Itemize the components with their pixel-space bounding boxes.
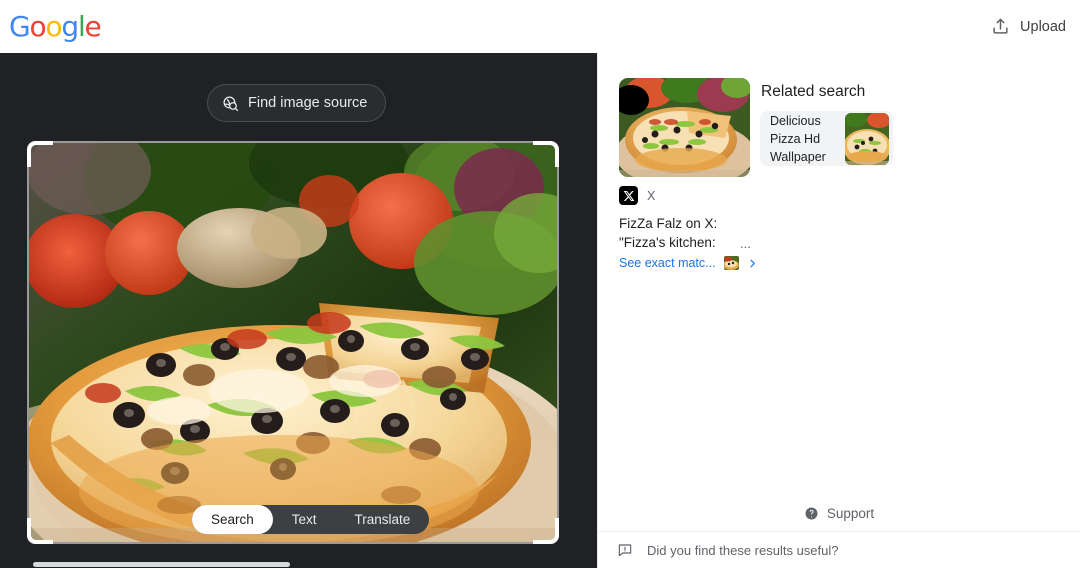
- feedback-label: Did you find these results useful?: [647, 542, 839, 558]
- x-logo-icon: [619, 186, 638, 205]
- source-title-line-1: FizZa Falz on X:: [619, 216, 718, 231]
- source-result[interactable]: X FizZa Falz on X: "Fizza's kitchen: ...…: [619, 186, 819, 270]
- image-crop-frame[interactable]: [27, 141, 559, 544]
- support-button[interactable]: Support: [805, 506, 874, 521]
- source-title-line-2: "Fizza's kitchen:: [619, 235, 716, 250]
- horizontal-scrollbar-track[interactable]: [0, 559, 597, 568]
- see-exact-match-row[interactable]: See exact matc...: [619, 256, 758, 270]
- image-preview-pane: Find image source Search Text Translate: [0, 53, 597, 568]
- tab-translate-label: Translate: [354, 512, 411, 527]
- pizza-chip-thumbnail-image: [845, 112, 889, 165]
- app-header: Google Upload: [0, 0, 1080, 53]
- crop-handle-top-left[interactable]: [27, 141, 53, 167]
- logo-letter-g1: G: [9, 10, 31, 43]
- upload-button[interactable]: Upload: [985, 14, 1072, 39]
- related-search-chip-thumbnail: [845, 112, 889, 165]
- selected-image[interactable]: [29, 143, 557, 542]
- support-row: Support: [598, 496, 1080, 532]
- logo-letter-e: e: [84, 10, 102, 43]
- crop-handle-top-right[interactable]: [533, 141, 559, 167]
- x-logo-glyph: [623, 190, 634, 201]
- pizza-photo: [29, 143, 557, 542]
- crop-handle-bottom-right[interactable]: [533, 518, 559, 544]
- logo-letter-l: l: [77, 10, 86, 43]
- pizza-mini-thumbnail-image: [723, 256, 739, 270]
- find-image-source-label: Find image source: [248, 95, 368, 111]
- chevron-right-icon: [750, 259, 755, 267]
- support-label: Support: [826, 506, 875, 521]
- feedback-row[interactable]: Did you find these results useful?: [598, 532, 1080, 568]
- feedback-icon: [618, 544, 632, 557]
- tab-translate[interactable]: Translate: [336, 505, 430, 534]
- pizza-thumbnail-image: [619, 78, 750, 177]
- image-search-icon: [223, 95, 239, 111]
- logo-letter-g2: g: [61, 10, 79, 43]
- source-site-name: X: [647, 188, 656, 203]
- source-title-ellipsis: ...: [740, 236, 751, 251]
- tab-text[interactable]: Text: [273, 505, 336, 534]
- find-image-source-button[interactable]: Find image source: [207, 84, 387, 122]
- help-icon: [805, 507, 818, 520]
- result-thumbnail[interactable]: [619, 78, 750, 177]
- tab-text-label: Text: [291, 512, 317, 527]
- related-search-chip-label: Delicious Pizza Hd Wallpaper: [770, 113, 826, 164]
- see-exact-match-label: See exact matc...: [619, 256, 716, 270]
- upload-label: Upload: [1020, 18, 1066, 35]
- source-site-row: X: [619, 186, 819, 205]
- mode-tab-bar: Search Text Translate: [192, 505, 430, 534]
- tab-search[interactable]: Search: [192, 505, 273, 534]
- upload-icon: [993, 18, 1008, 34]
- horizontal-scrollbar-thumb[interactable]: [33, 562, 290, 567]
- see-exact-match-thumbnail: [723, 256, 739, 270]
- results-pane: Related search Delicious Pizza Hd Wallpa…: [597, 53, 1080, 568]
- logo-letter-o1: o: [29, 10, 47, 43]
- crop-handle-bottom-left[interactable]: [27, 518, 53, 544]
- tab-search-label: Search: [211, 512, 254, 527]
- google-logo[interactable]: Google: [9, 10, 102, 43]
- source-result-title: FizZa Falz on X: "Fizza's kitchen:: [619, 214, 754, 252]
- logo-letter-o2: o: [45, 10, 62, 43]
- related-search-chip[interactable]: Delicious Pizza Hd Wallpaper: [760, 111, 893, 166]
- related-search-title: Related search: [761, 83, 866, 100]
